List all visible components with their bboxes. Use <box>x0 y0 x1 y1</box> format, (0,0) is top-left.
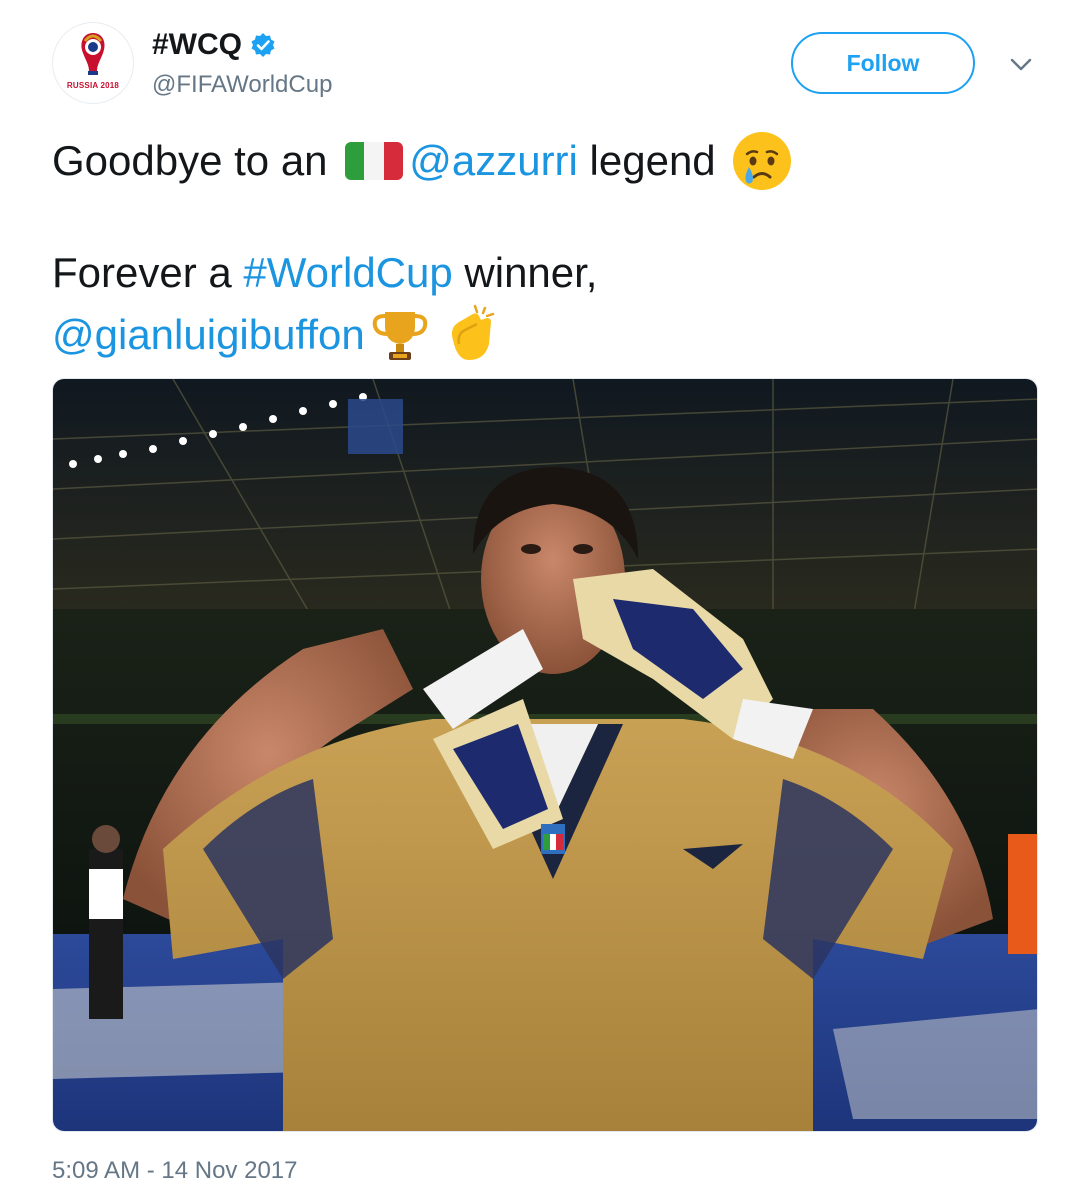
tweet-text-segment: winner, <box>452 249 598 296</box>
crying-face-emoji-icon <box>733 132 792 190</box>
account-handle[interactable]: @FIFAWorldCup <box>152 70 332 100</box>
tweet-text-segment: Forever a <box>52 249 244 296</box>
tweet-text: Goodbye to an @azzurri legend Forever a … <box>52 130 1032 366</box>
chevron-down-icon[interactable] <box>1004 50 1038 78</box>
world-cup-logo-icon <box>81 33 105 75</box>
clapping-hands-emoji-icon <box>451 304 495 360</box>
tweet-line-1: Goodbye to an @azzurri legend <box>52 130 1032 192</box>
avatar-caption: RUSSIA 2018 <box>66 81 120 90</box>
display-name-row: #WCQ <box>152 28 276 62</box>
tweet-line-3: @gianluigibuffon <box>52 304 1032 366</box>
display-name[interactable]: #WCQ <box>152 28 242 62</box>
avatar[interactable]: RUSSIA 2018 <box>52 22 134 104</box>
tweet-line-2: Forever a #WorldCup winner, <box>52 242 1032 304</box>
verified-badge-icon <box>251 33 275 57</box>
mention-gianluigibuffon-link[interactable]: @gianluigibuffon <box>52 304 365 366</box>
tweet-card: RUSSIA 2018 #WCQ @FIFAWorldCup Follow Go… <box>0 0 1081 1200</box>
tweet-timestamp[interactable]: 5:09 AM - 14 Nov 2017 <box>52 1155 297 1187</box>
tweet-text-segment: legend <box>577 137 728 184</box>
tweet-text-segment: Goodbye to an <box>52 137 340 184</box>
italy-flag-emoji-icon <box>345 142 404 180</box>
mention-azzurri-link[interactable]: @azzurri <box>409 130 578 192</box>
tweet-media-photo[interactable] <box>52 378 1038 1132</box>
trophy-emoji-icon <box>372 312 428 360</box>
hashtag-worldcup-link[interactable]: #WorldCup <box>243 242 452 304</box>
tweet-line-spacer <box>52 192 1032 242</box>
goalkeeper-photo-image <box>53 379 1037 1131</box>
follow-button[interactable]: Follow <box>791 32 975 94</box>
